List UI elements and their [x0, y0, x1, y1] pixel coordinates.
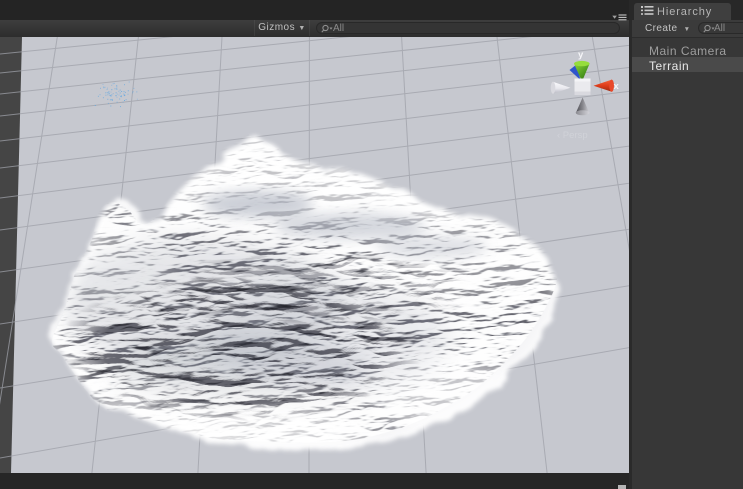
svg-text:‹ Persp: ‹ Persp [557, 130, 588, 141]
svg-text:y: y [578, 50, 584, 61]
svg-text:x: x [614, 81, 620, 92]
